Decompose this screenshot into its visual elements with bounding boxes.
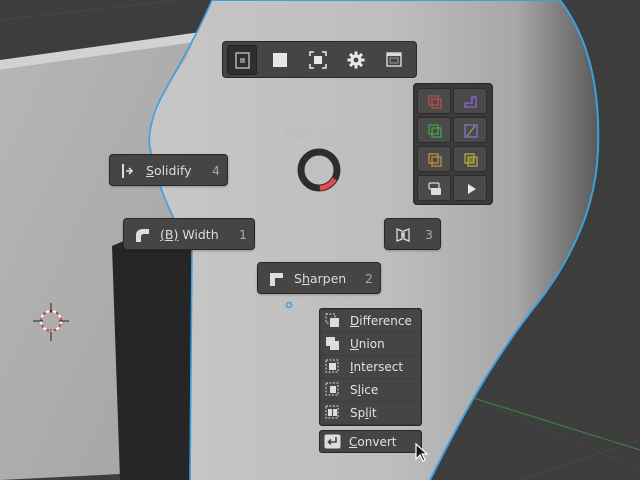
difference-shape-icon (428, 95, 442, 109)
grid-intersect-button[interactable] (453, 146, 487, 172)
sharpen-hotkey: 2 (365, 271, 373, 286)
intersect-icon (325, 359, 339, 373)
grid-play-button[interactable] (453, 175, 487, 201)
split-icon (325, 405, 339, 419)
frame-select-button[interactable] (303, 45, 333, 75)
mouse-pointer-icon (415, 443, 429, 462)
extrude-shape-icon (464, 96, 477, 108)
window-button[interactable] (379, 45, 409, 75)
sharpen-icon (270, 273, 283, 286)
menu-item-difference[interactable]: Difference (321, 310, 420, 332)
solidify-button[interactable]: Solidify 4 (109, 154, 228, 186)
knife-shape-icon (464, 124, 478, 138)
menu-item-union[interactable]: Union (321, 333, 420, 355)
bevel-width-button[interactable]: (B) Width 1 (123, 218, 255, 250)
grid-slice-button[interactable] (417, 146, 451, 172)
slice-shape-icon (428, 153, 442, 167)
top-toolbar (222, 41, 417, 78)
bevel-width-hotkey: 1 (239, 227, 247, 242)
mirror-button[interactable]: 3 (384, 218, 441, 250)
convert-icon (324, 434, 341, 449)
union-icon (326, 337, 339, 350)
stack-icon (428, 182, 441, 195)
boolean-grid-panel (413, 83, 493, 205)
grid-stack-button[interactable] (417, 175, 451, 201)
hops-version-label: HOps: 26.1.4 (284, 128, 356, 141)
menu-item-intersect[interactable]: Intersect (321, 356, 420, 378)
solidify-label: Solidify (146, 163, 192, 178)
solidify-hotkey: 4 (212, 163, 220, 178)
inset-shape-icon (428, 124, 442, 138)
object-mode-button[interactable] (227, 45, 257, 75)
grid-difference-button[interactable] (417, 88, 451, 114)
sharpen-button[interactable]: Sharpen 2 (257, 262, 381, 294)
solidify-icon (122, 164, 134, 178)
mirror-icon (396, 228, 410, 242)
menu-item-split[interactable]: Split (321, 402, 420, 424)
grid-knife-button[interactable] (453, 117, 487, 143)
gear-icon (347, 51, 365, 69)
play-icon (468, 184, 476, 194)
solid-square-icon (273, 53, 287, 67)
boolean-operation-menu: Difference Union Intersect Slice Split (319, 308, 422, 426)
difference-icon (325, 313, 339, 327)
grid-inset-button[interactable] (417, 117, 451, 143)
menu-item-slice[interactable]: Slice (321, 379, 420, 401)
bevel-icon (136, 229, 149, 242)
grid-extrude-button[interactable] (453, 88, 487, 114)
intersect-shape-icon (464, 153, 478, 167)
slice-icon (325, 382, 339, 396)
bevel-width-label: (B) Width (160, 227, 219, 242)
mirror-hotkey: 3 (425, 227, 433, 242)
convert-button[interactable]: Convert (319, 430, 422, 453)
settings-button[interactable] (341, 45, 371, 75)
window-icon (386, 52, 402, 67)
solid-square-button[interactable] (265, 45, 295, 75)
object-mode-icon (235, 52, 250, 69)
sharpen-label: Sharpen (294, 271, 347, 286)
frame-select-icon (309, 51, 327, 69)
